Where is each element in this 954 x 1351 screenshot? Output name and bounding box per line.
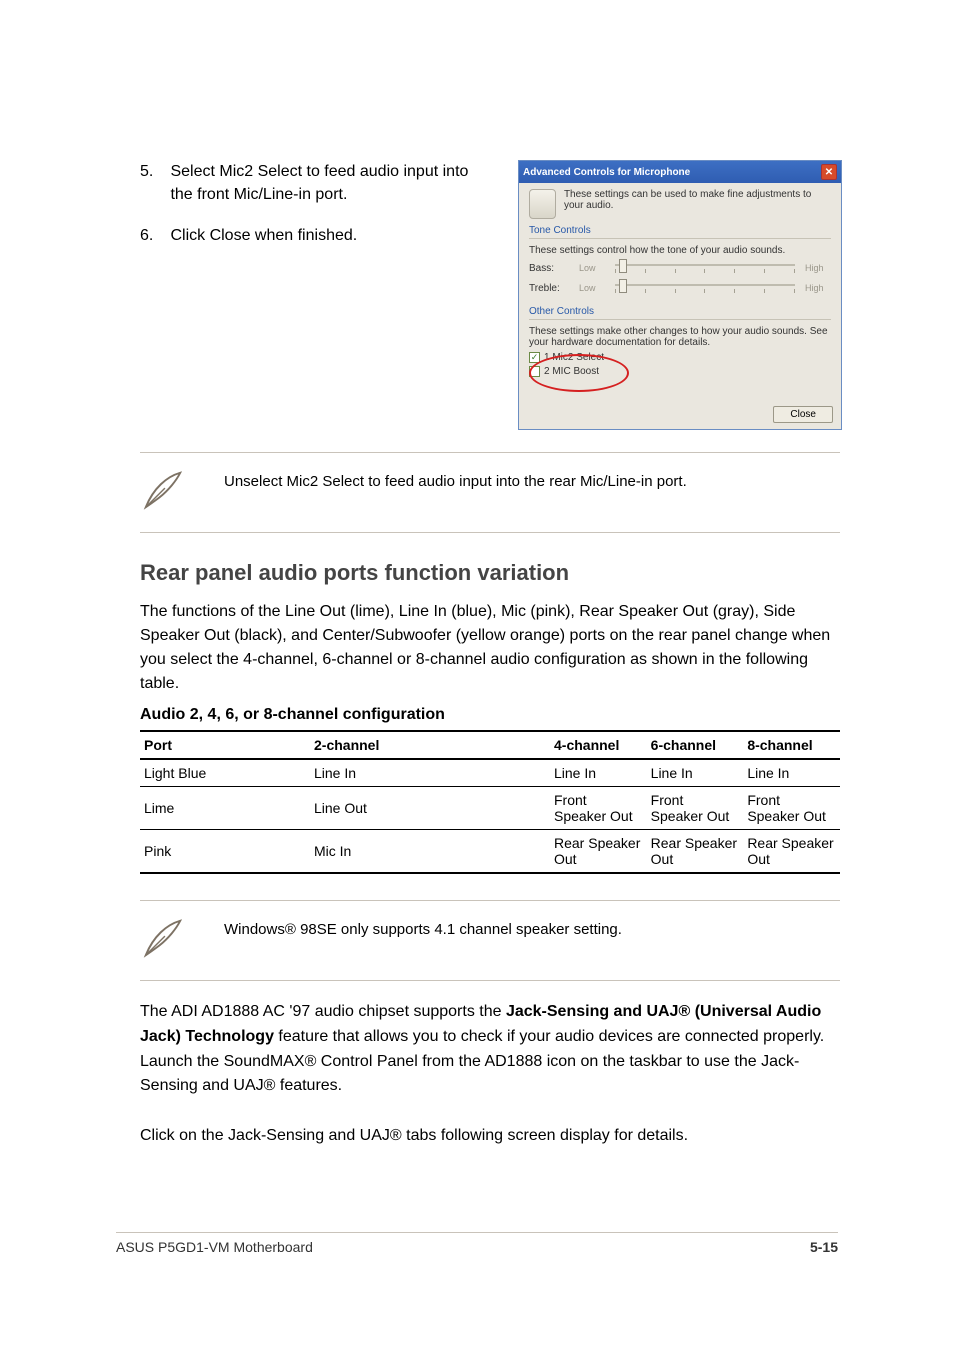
note-2: Windows® 98SE only supports 4.1 channel … <box>140 900 840 981</box>
table-header-row: Port 2-channel 4-channel 6-channel 8-cha… <box>140 731 840 759</box>
table-title: Audio 2, 4, 6, or 8-channel configuratio… <box>140 706 445 724</box>
th-port: Port <box>140 731 310 759</box>
paragraph-jack-sensing: The ADI AD1888 AC '97 audio chipset supp… <box>140 1000 840 1149</box>
footer-left: ASUS P5GD1-VM Motherboard <box>116 1239 313 1255</box>
th-8ch: 8-channel <box>743 731 840 759</box>
note-1: Unselect Mic2 Select to feed audio input… <box>140 452 840 533</box>
section-heading: Rear panel audio ports function variatio… <box>140 560 569 586</box>
step-5: 5. Select Mic2 Select to feed audio inpu… <box>140 160 500 248</box>
treble-slider[interactable] <box>615 280 795 296</box>
mic-boost-label: 2 MIC Boost <box>544 366 599 377</box>
step-6-num: 6. <box>140 224 166 247</box>
close-button[interactable]: Close <box>773 406 833 423</box>
audio-channel-table: Port 2-channel 4-channel 6-channel 8-cha… <box>140 730 840 874</box>
feather-icon <box>140 467 190 518</box>
dialog-title: Advanced Controls for Microphone <box>523 167 690 178</box>
bass-high: High <box>805 263 831 273</box>
feather-icon <box>140 915 190 966</box>
th-2ch: 2-channel <box>310 731 550 759</box>
treble-low: Low <box>579 283 605 293</box>
para2-p3: Click on the Jack-Sensing and UAJ® tabs … <box>140 1127 688 1144</box>
tone-desc: These settings control how the tone of y… <box>529 245 831 256</box>
treble-high: High <box>805 283 831 293</box>
bass-label: Bass: <box>529 263 569 274</box>
th-4ch: 4-channel <box>550 731 647 759</box>
table-row: Lime Line Out Front Speaker Out Front Sp… <box>140 787 840 830</box>
mic2-select-label: 1 Mic2 Select <box>544 352 604 363</box>
note-1-text: Unselect Mic2 Select to feed audio input… <box>224 467 687 493</box>
section-paragraph: The functions of the Line Out (lime), Li… <box>140 600 840 696</box>
table-row: Pink Mic In Rear Speaker Out Rear Speake… <box>140 830 840 874</box>
para2-lead: The ADI AD1888 AC '97 audio chipset supp… <box>140 1003 506 1020</box>
bass-low: Low <box>579 263 605 273</box>
step-6-text: Click Close when finished. <box>170 224 490 247</box>
th-6ch: 6-channel <box>647 731 744 759</box>
tone-controls-legend: Tone Controls <box>529 225 595 236</box>
dialog-titlebar: Advanced Controls for Microphone ✕ <box>519 161 841 183</box>
step-5-text: Select Mic2 Select to feed audio input i… <box>170 160 490 206</box>
advanced-controls-dialog: Advanced Controls for Microphone ✕ These… <box>518 160 842 430</box>
bass-slider[interactable] <box>615 260 795 276</box>
dialog-intro: These settings can be used to make fine … <box>564 189 831 211</box>
mic-boost-checkbox[interactable]: 2 MIC Boost <box>529 366 831 377</box>
mic2-select-checkbox[interactable]: ✓ 1 Mic2 Select <box>529 352 831 363</box>
slider-icon <box>529 189 556 219</box>
table-row: Light Blue Line In Line In Line In Line … <box>140 759 840 787</box>
close-icon[interactable]: ✕ <box>821 164 837 180</box>
page-footer: ASUS P5GD1-VM Motherboard 5-15 <box>116 1232 838 1255</box>
step-5-num: 5. <box>140 160 166 183</box>
other-controls-legend: Other Controls <box>529 306 598 317</box>
footer-page-number: 5-15 <box>810 1239 838 1255</box>
other-desc: These settings make other changes to how… <box>529 326 831 348</box>
note-2-text: Windows® 98SE only supports 4.1 channel … <box>224 915 622 941</box>
treble-label: Treble: <box>529 283 569 294</box>
